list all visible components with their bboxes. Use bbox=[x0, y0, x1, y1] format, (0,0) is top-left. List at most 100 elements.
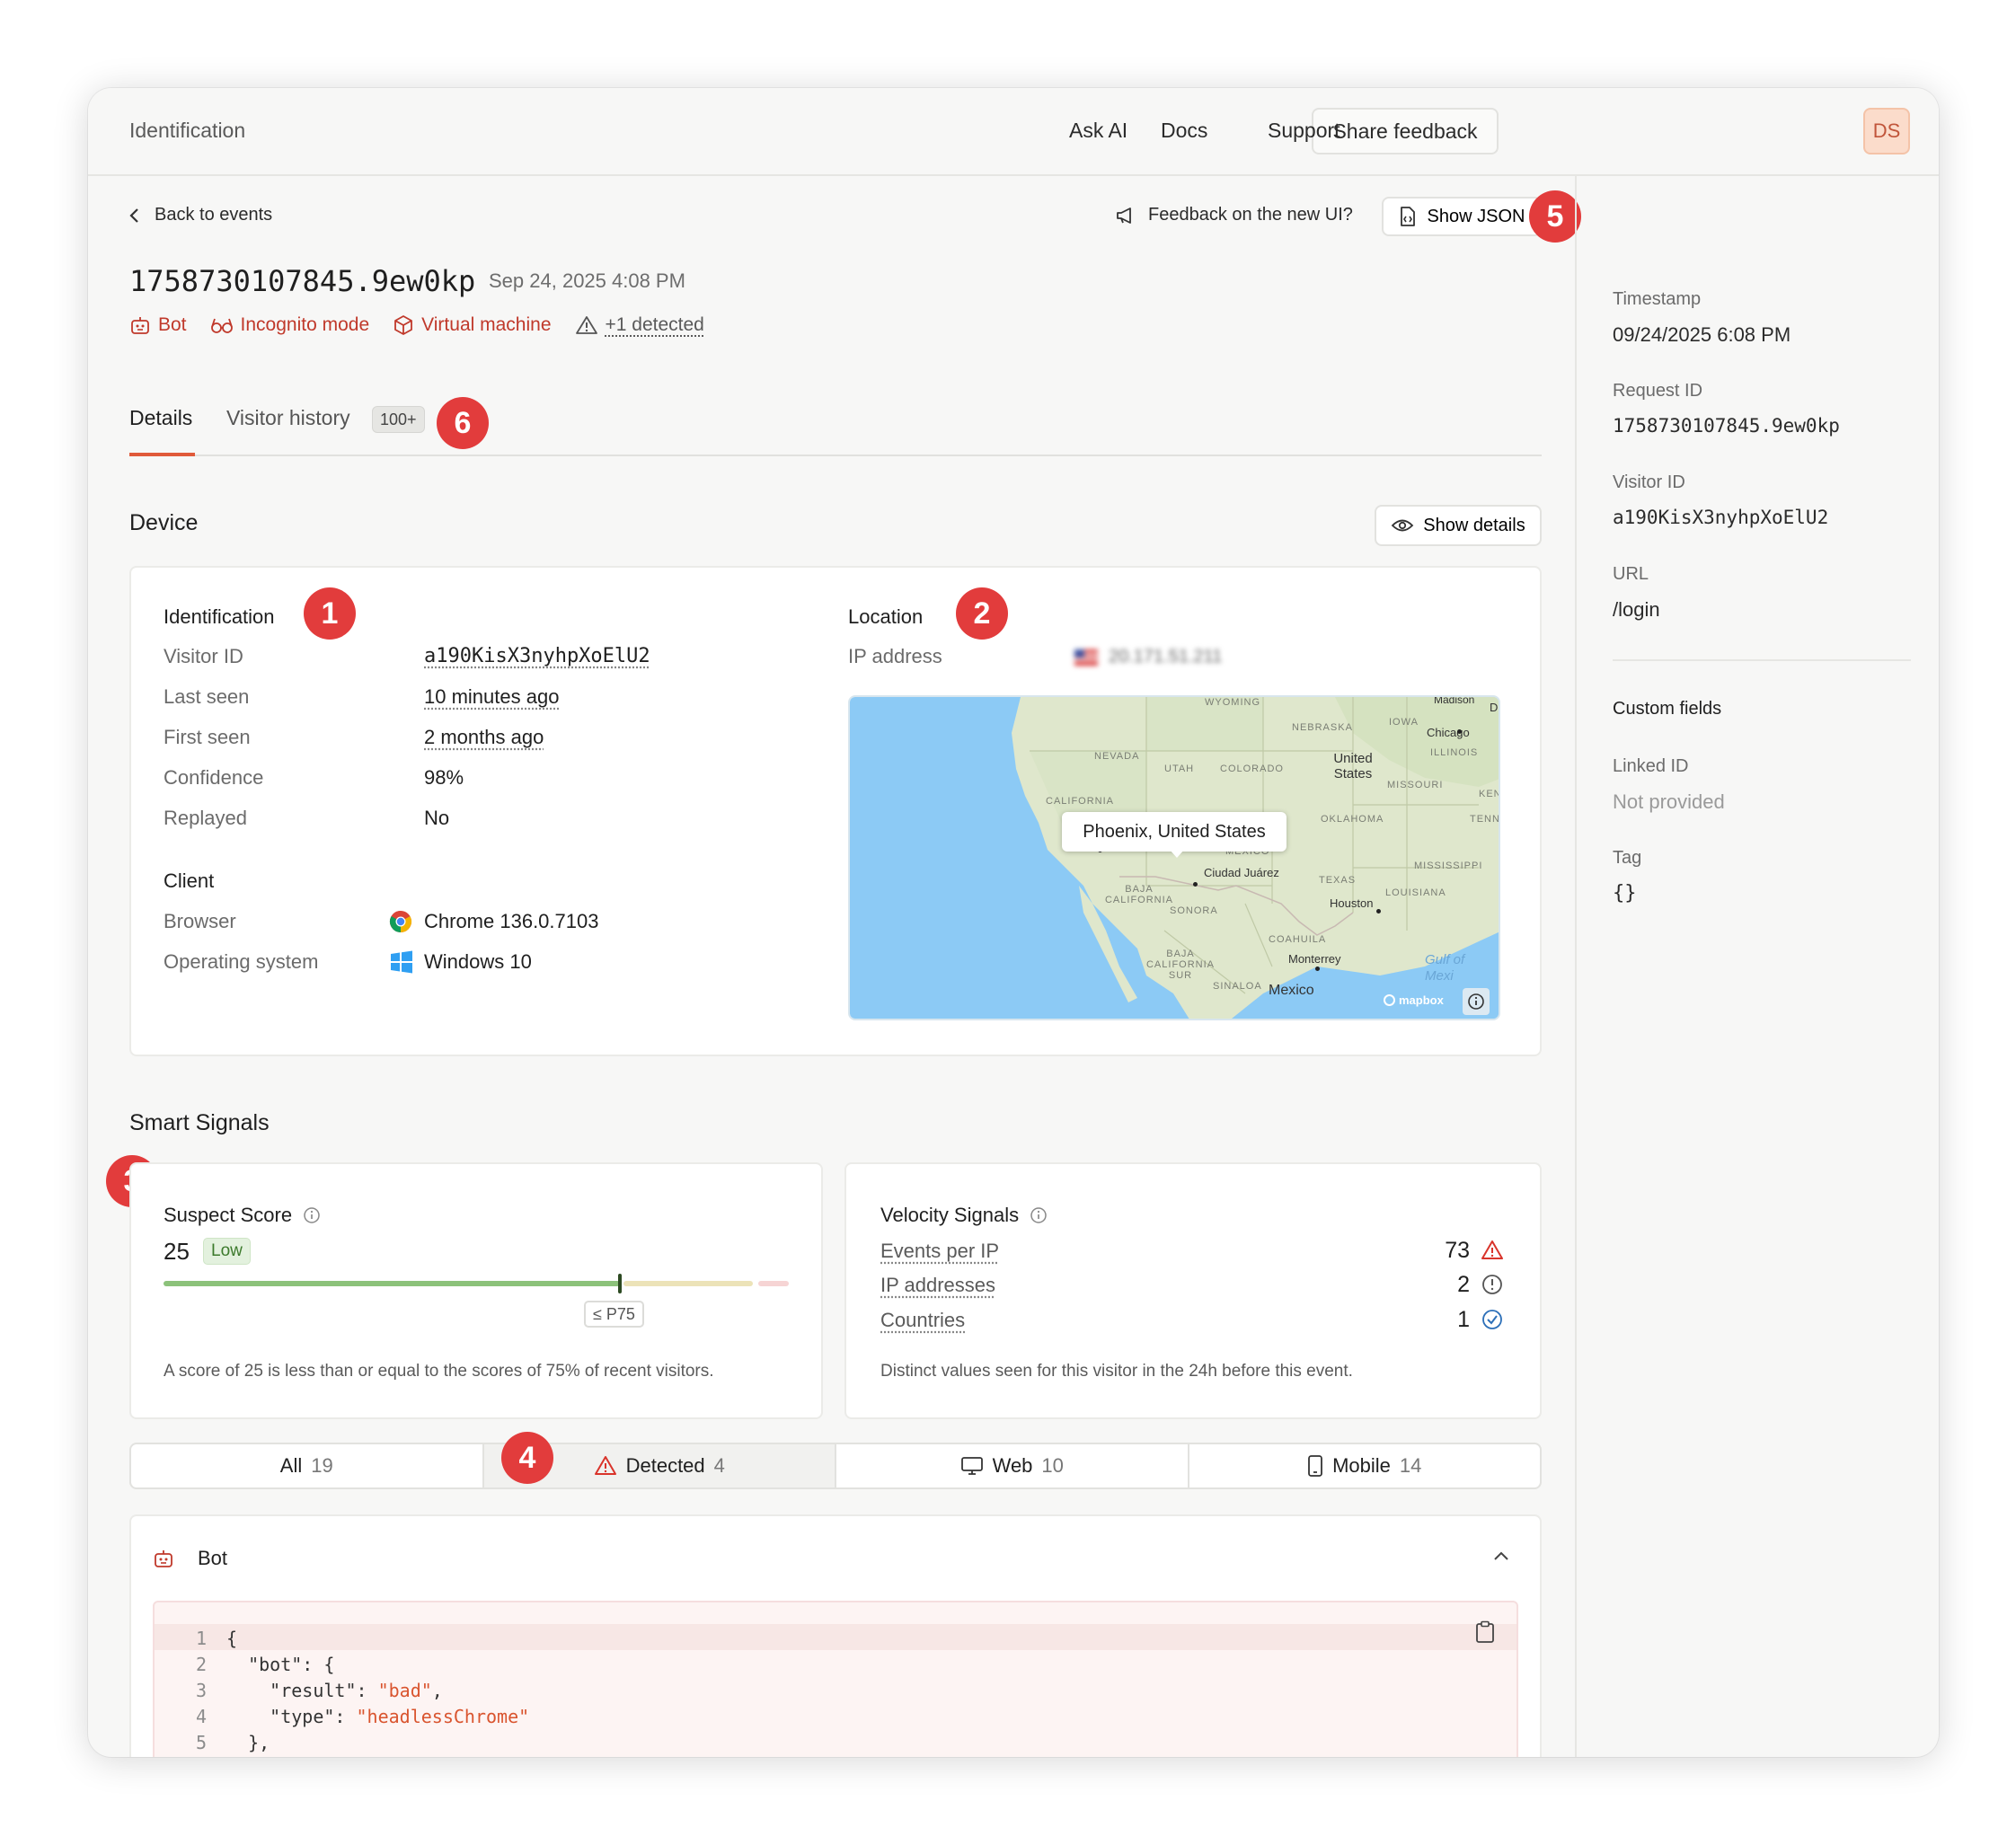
chrome-icon bbox=[388, 909, 413, 934]
code-text: "bot": { bbox=[226, 1654, 334, 1675]
event-date: Sep 24, 2025 4:08 PM bbox=[489, 269, 685, 293]
countries-label[interactable]: Countries bbox=[880, 1309, 965, 1332]
line-number: 1 bbox=[189, 1628, 207, 1649]
tab-visitor-history[interactable]: Visitor history bbox=[226, 406, 350, 430]
event-id: 1758730107845.9ew0kp bbox=[129, 264, 475, 298]
app-title: Identification bbox=[129, 119, 245, 143]
tag-incognito[interactable]: Incognito mode bbox=[210, 314, 370, 336]
cube-icon bbox=[393, 314, 414, 336]
map-label-utah: UTAH bbox=[1164, 764, 1194, 774]
sidebar-divider bbox=[1613, 659, 1911, 661]
device-section-title: Device bbox=[129, 510, 198, 536]
map-city-united-states: United States bbox=[1326, 751, 1380, 781]
user-avatar[interactable]: DS bbox=[1863, 108, 1910, 154]
code-token: "bot": { bbox=[226, 1654, 334, 1675]
bot-panel-header[interactable]: Bot bbox=[153, 1547, 227, 1570]
url-value: /login bbox=[1613, 598, 1660, 622]
ip-addresses-label[interactable]: IP addresses bbox=[880, 1274, 995, 1297]
marker-1: 1 bbox=[304, 587, 356, 640]
map-label-illinois: ILLINOIS bbox=[1430, 747, 1478, 758]
map-city-monterrey: Monterrey bbox=[1288, 952, 1341, 966]
tag-more-detected[interactable]: +1 detected bbox=[575, 314, 704, 336]
feedback-new-ui-link[interactable]: Feedback on the new UI? bbox=[1116, 205, 1353, 225]
suspect-score-value: 25 bbox=[164, 1238, 190, 1266]
replayed-value: No bbox=[424, 807, 449, 830]
filter-all-label: All bbox=[280, 1454, 302, 1478]
show-json-button[interactable]: Show JSON bbox=[1382, 197, 1542, 236]
map-label-gulf: Gulf of Mexi bbox=[1425, 952, 1486, 984]
ip-address-text: 20.171.51.211 bbox=[1109, 647, 1222, 667]
tag-virtual-machine[interactable]: Virtual machine bbox=[393, 314, 551, 336]
os-value: Windows 10 bbox=[424, 950, 532, 974]
map-label-colorado: COLORADO bbox=[1220, 764, 1284, 774]
filter-mobile-label: Mobile bbox=[1332, 1454, 1391, 1478]
tab-details[interactable]: Details bbox=[129, 406, 192, 430]
map-label-sonora: SONORA bbox=[1170, 905, 1218, 916]
marker-4: 4 bbox=[501, 1432, 553, 1484]
filter-web[interactable]: Web 10 bbox=[836, 1444, 1189, 1487]
replayed-label: Replayed bbox=[164, 807, 247, 830]
velocity-title: Velocity Signals bbox=[880, 1204, 1019, 1227]
info-icon[interactable] bbox=[303, 1206, 321, 1224]
chevron-up-icon[interactable] bbox=[1493, 1550, 1509, 1561]
mapbox-text: mapbox bbox=[1399, 993, 1444, 1007]
us-flag-icon bbox=[1074, 649, 1098, 666]
code-text: }, bbox=[226, 1732, 270, 1753]
info-icon bbox=[1467, 993, 1485, 1011]
filter-all[interactable]: All 19 bbox=[131, 1444, 484, 1487]
browser-label: Browser bbox=[164, 910, 236, 933]
location-map[interactable]: WYOMING NEBRASKA IOWA NEVADA UTAH COLORA… bbox=[848, 695, 1500, 1020]
url-label: URL bbox=[1613, 564, 1649, 585]
back-to-events-link[interactable]: Back to events bbox=[129, 205, 272, 225]
last-seen-value[interactable]: 10 minutes ago bbox=[424, 685, 559, 709]
smart-signals-title: Smart Signals bbox=[129, 1110, 270, 1136]
visitor-id-value[interactable]: a190KisX3nyhpXoElU2 bbox=[424, 645, 650, 667]
filter-mobile[interactable]: Mobile 14 bbox=[1189, 1444, 1541, 1487]
velocity-caption: Distinct values seen for this visitor in… bbox=[880, 1362, 1353, 1381]
map-city-mexico: Mexico bbox=[1269, 983, 1314, 999]
line-number: 3 bbox=[189, 1680, 207, 1701]
score-bar-mid bbox=[623, 1281, 753, 1286]
show-details-label: Show details bbox=[1423, 516, 1525, 536]
last-seen-label: Last seen bbox=[164, 685, 249, 709]
map-label-sinaloa: SINALOA bbox=[1213, 981, 1262, 992]
countries-value: 1 bbox=[1427, 1307, 1470, 1333]
suspect-score-header: Suspect Score bbox=[164, 1204, 321, 1227]
marker-6: 6 bbox=[437, 397, 489, 449]
tag-bot[interactable]: Bot bbox=[129, 314, 187, 336]
clipboard-icon[interactable] bbox=[1475, 1620, 1495, 1644]
code-string: "headlessChrome" bbox=[357, 1706, 530, 1727]
events-per-ip-label[interactable]: Events per IP bbox=[880, 1240, 999, 1263]
filter-mobile-count: 14 bbox=[1400, 1454, 1421, 1478]
map-dot-monterrey bbox=[1315, 967, 1320, 971]
ip-address-value[interactable]: 20.171.51.211 bbox=[1074, 647, 1222, 667]
ask-ai-link[interactable]: Ask AI bbox=[1069, 119, 1127, 143]
tag-bot-label: Bot bbox=[158, 314, 187, 336]
suspect-score-title: Suspect Score bbox=[164, 1204, 292, 1227]
eye-icon bbox=[1391, 517, 1414, 534]
visitor-id-label: Visitor ID bbox=[164, 645, 243, 668]
os-label: Operating system bbox=[164, 950, 318, 974]
confidence-label: Confidence bbox=[164, 766, 263, 790]
filter-detected-count: 4 bbox=[714, 1454, 725, 1478]
timestamp-label: Timestamp bbox=[1613, 289, 1701, 310]
velocity-header: Velocity Signals bbox=[880, 1204, 1048, 1227]
monitor-icon bbox=[960, 1456, 984, 1476]
tag-vm-label: Virtual machine bbox=[421, 314, 551, 336]
docs-link[interactable]: Docs bbox=[1161, 119, 1207, 143]
active-tab-underline bbox=[129, 453, 195, 456]
visitor-id-label-sidebar: Visitor ID bbox=[1613, 472, 1685, 493]
tabs-bar: Details Visitor history 100+ 6 bbox=[129, 393, 1542, 456]
score-bar-high bbox=[758, 1281, 789, 1286]
warning-icon bbox=[575, 315, 598, 335]
map-label-missouri: MISSOURI bbox=[1387, 780, 1443, 790]
show-details-button[interactable]: Show details bbox=[1375, 505, 1542, 546]
support-link[interactable]: Support bbox=[1268, 119, 1340, 143]
alert-circle-icon bbox=[1481, 1274, 1503, 1295]
code-string: "bad" bbox=[378, 1680, 432, 1701]
info-icon[interactable] bbox=[1030, 1206, 1048, 1224]
filter-web-label: Web bbox=[993, 1454, 1033, 1478]
map-info-button[interactable] bbox=[1463, 988, 1490, 1015]
first-seen-value[interactable]: 2 months ago bbox=[424, 726, 544, 749]
score-indicator bbox=[618, 1274, 622, 1293]
